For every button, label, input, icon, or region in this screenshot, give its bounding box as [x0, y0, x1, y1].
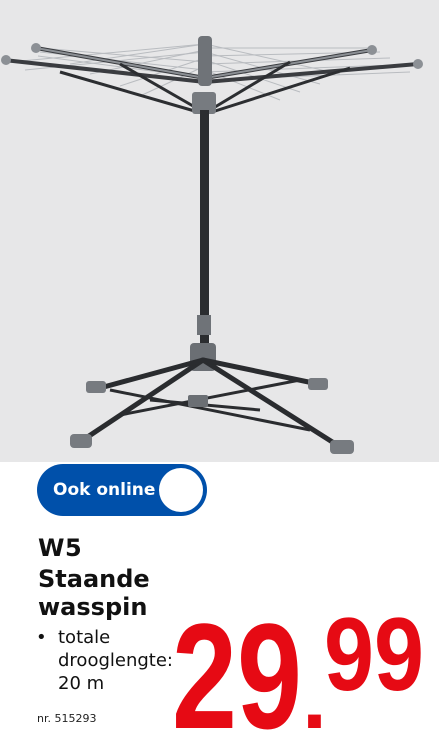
online-badge[interactable]: Ook online: [37, 464, 207, 516]
product-photo: [0, 0, 439, 462]
price-whole: 29: [172, 592, 302, 740]
toggle-knob: [159, 468, 203, 512]
article-number: nr. 515293: [37, 712, 97, 725]
feature-line-1: totale: [58, 627, 111, 648]
price-cents: 99: [324, 597, 424, 713]
product-name-line-1: Staande: [38, 565, 150, 593]
feature-line-3: 20 m: [58, 673, 105, 694]
product-name-line-2: wasspin: [38, 593, 148, 621]
bullet-icon: •: [36, 627, 47, 648]
product-brand: W5: [38, 534, 83, 562]
rotary-dryer-illustration: [1, 36, 423, 454]
price-tag: 29 . 99: [172, 590, 432, 740]
online-badge-label: Ook online: [53, 480, 156, 500]
feature-item: • totale drooglengte: 20 m: [36, 626, 173, 695]
feature-line-2: drooglengte:: [58, 650, 173, 671]
product-name: Staande wasspin: [38, 565, 150, 621]
